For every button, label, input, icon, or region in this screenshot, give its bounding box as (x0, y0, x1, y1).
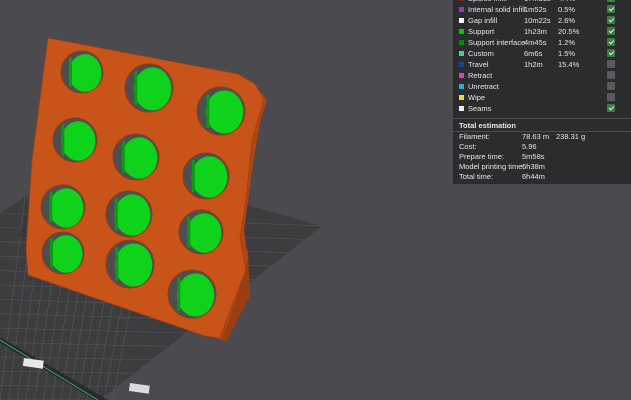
stat-model-time: Model printing time: 6h38m (453, 162, 631, 172)
stat-label: Filament: (459, 132, 490, 141)
visibility-checkbox[interactable] (607, 5, 615, 13)
legend-time: 1h2m (524, 60, 543, 69)
legend-row: Retract (453, 70, 631, 81)
legend-time: 4m45s (524, 38, 547, 47)
legend-row: Custom 6m6s 1.5% (453, 48, 631, 59)
support-fill (61, 121, 96, 161)
support-fill (68, 54, 102, 92)
stat-filament: Filament: 78.63 m 238.31 g (453, 132, 631, 142)
visibility-checkbox[interactable] (607, 16, 615, 24)
legend-panel: Sparse infill17m51s4.4%Internal solid in… (453, 0, 631, 184)
stat-label: Prepare time: (459, 152, 505, 161)
legend-label: Internal solid infill (468, 5, 526, 14)
legend-time: 1m52s (524, 5, 547, 14)
stat-value: 5.96 (522, 142, 537, 151)
legend-percent: 1.2% (558, 38, 576, 47)
legend-swatch (459, 62, 464, 67)
legend-swatch (459, 18, 464, 23)
legend-row: Unretract (453, 81, 631, 92)
support-fill (49, 188, 84, 228)
stat-value: 5m58s (522, 152, 545, 161)
legend-label: Custom (468, 49, 494, 58)
legend-swatch (459, 73, 464, 78)
visibility-checkbox[interactable] (607, 38, 615, 46)
stat-label: Cost: (459, 142, 477, 151)
legend-row: Internal solid infill 1m52s 0.5% (453, 4, 631, 15)
stat-value: 6h38m (522, 162, 545, 171)
support-fill (121, 137, 158, 179)
estimation-title: Total estimation (459, 121, 516, 130)
legend-row: Gap infill 10m22s 2.6% (453, 15, 631, 26)
legend-percent: 2.6% (558, 16, 576, 25)
support-fill (49, 235, 83, 273)
visibility-checkbox[interactable] (607, 71, 615, 79)
legend-swatch (459, 84, 464, 89)
stat-value-secondary: 238.31 g (556, 132, 586, 141)
legend-time: 1h23m (524, 27, 547, 36)
support-fill (114, 194, 151, 236)
legend-row: Travel 1h2m 15.4% (453, 59, 631, 70)
stat-value: 6h44m (522, 172, 545, 181)
legend-row: Support interface 4m45s 1.2% (453, 37, 631, 48)
support-fill (133, 67, 172, 111)
legend-label: Wipe (468, 93, 486, 102)
legend-swatch (459, 0, 464, 1)
legend-label: Travel (468, 60, 489, 69)
support-fill (191, 156, 228, 198)
legend-label: Gap infill (468, 16, 498, 25)
legend-percent: 15.4% (558, 60, 580, 69)
visibility-checkbox[interactable] (607, 27, 615, 35)
stat-label: Model printing time: (459, 162, 525, 171)
visibility-checkbox[interactable] (607, 104, 615, 112)
legend-time: 6m6s (524, 49, 543, 58)
legend-label: Support (468, 27, 495, 36)
stat-cost: Cost: 5.96 (453, 142, 631, 152)
legend-label: Unretract (468, 82, 499, 91)
legend-row: Seams (453, 103, 631, 114)
legend-swatch (459, 7, 464, 12)
legend-swatch (459, 51, 464, 56)
support-fill (205, 90, 244, 134)
legend-label: Support interface (468, 38, 526, 47)
legend-row: Support 1h23m 20.5% (453, 26, 631, 37)
stat-label: Total time: (459, 172, 494, 181)
stat-total-time: Total time: 6h44m (453, 172, 631, 182)
legend-label: Seams (468, 104, 492, 113)
visibility-checkbox[interactable] (607, 60, 615, 68)
estimation-divider (453, 118, 631, 119)
legend-swatch (459, 40, 464, 45)
legend-swatch (459, 29, 464, 34)
legend-percent: 20.5% (558, 27, 580, 36)
legend-row: Wipe (453, 92, 631, 103)
plate-badge (128, 383, 150, 394)
stat-prepare-time: Prepare time: 5m58s (453, 152, 631, 162)
stat-value: 78.63 m (522, 132, 550, 141)
legend-swatch (459, 95, 464, 100)
legend-label: Retract (468, 71, 493, 80)
support-fill (176, 273, 215, 317)
visibility-checkbox[interactable] (607, 0, 615, 2)
legend-percent: 0.5% (558, 5, 576, 14)
visibility-checkbox[interactable] (607, 49, 615, 57)
support-fill (187, 213, 222, 253)
legend-percent: 1.5% (558, 49, 576, 58)
legend-swatch (459, 106, 464, 111)
support-fill (114, 243, 153, 287)
legend-time: 10m22s (524, 16, 551, 25)
visibility-checkbox[interactable] (607, 93, 615, 101)
visibility-checkbox[interactable] (607, 82, 615, 90)
